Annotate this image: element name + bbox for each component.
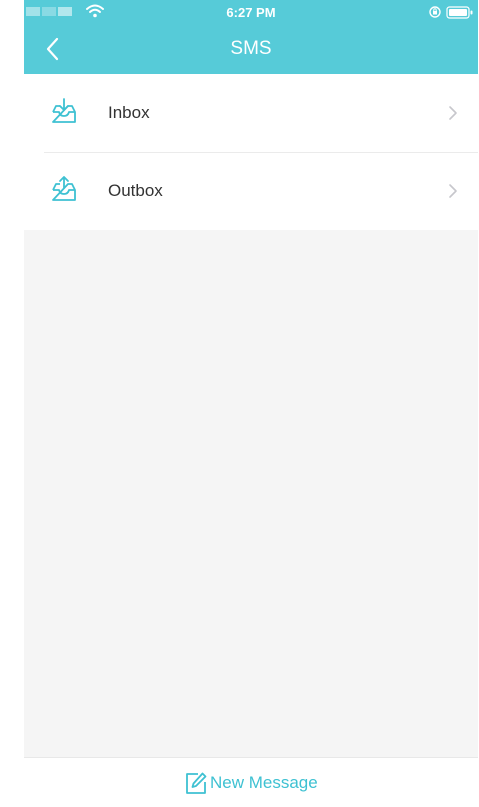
status-bar: 6:27 PM <box>24 0 478 26</box>
new-message-label: New Message <box>210 773 318 792</box>
chevron-right-icon <box>449 106 457 120</box>
chevron-right-icon <box>449 184 457 198</box>
sms-folder-list: Inbox Outbox <box>24 74 478 230</box>
new-message-button[interactable]: New Message <box>184 771 318 795</box>
outbox-upload-icon <box>52 176 76 201</box>
inbox-label: Inbox <box>108 103 150 122</box>
list-item-outbox[interactable]: Outbox <box>24 152 478 230</box>
phone-screen: 6:27 PM SMS Inbox Outbox New Message <box>24 0 478 807</box>
rotation-lock-icon <box>429 6 441 18</box>
status-time: 6:27 PM <box>226 5 276 20</box>
compose-icon <box>186 772 207 794</box>
navigation-bar: SMS <box>24 26 478 74</box>
page-title: SMS <box>230 38 272 59</box>
battery-icon <box>446 6 473 19</box>
outbox-label: Outbox <box>108 181 163 200</box>
bottom-toolbar: New Message <box>24 757 478 807</box>
page: 6:27 PM SMS Inbox Outbox New Message <box>0 0 479 807</box>
list-item-inbox[interactable]: Inbox <box>24 74 478 153</box>
inbox-download-icon <box>52 98 76 123</box>
